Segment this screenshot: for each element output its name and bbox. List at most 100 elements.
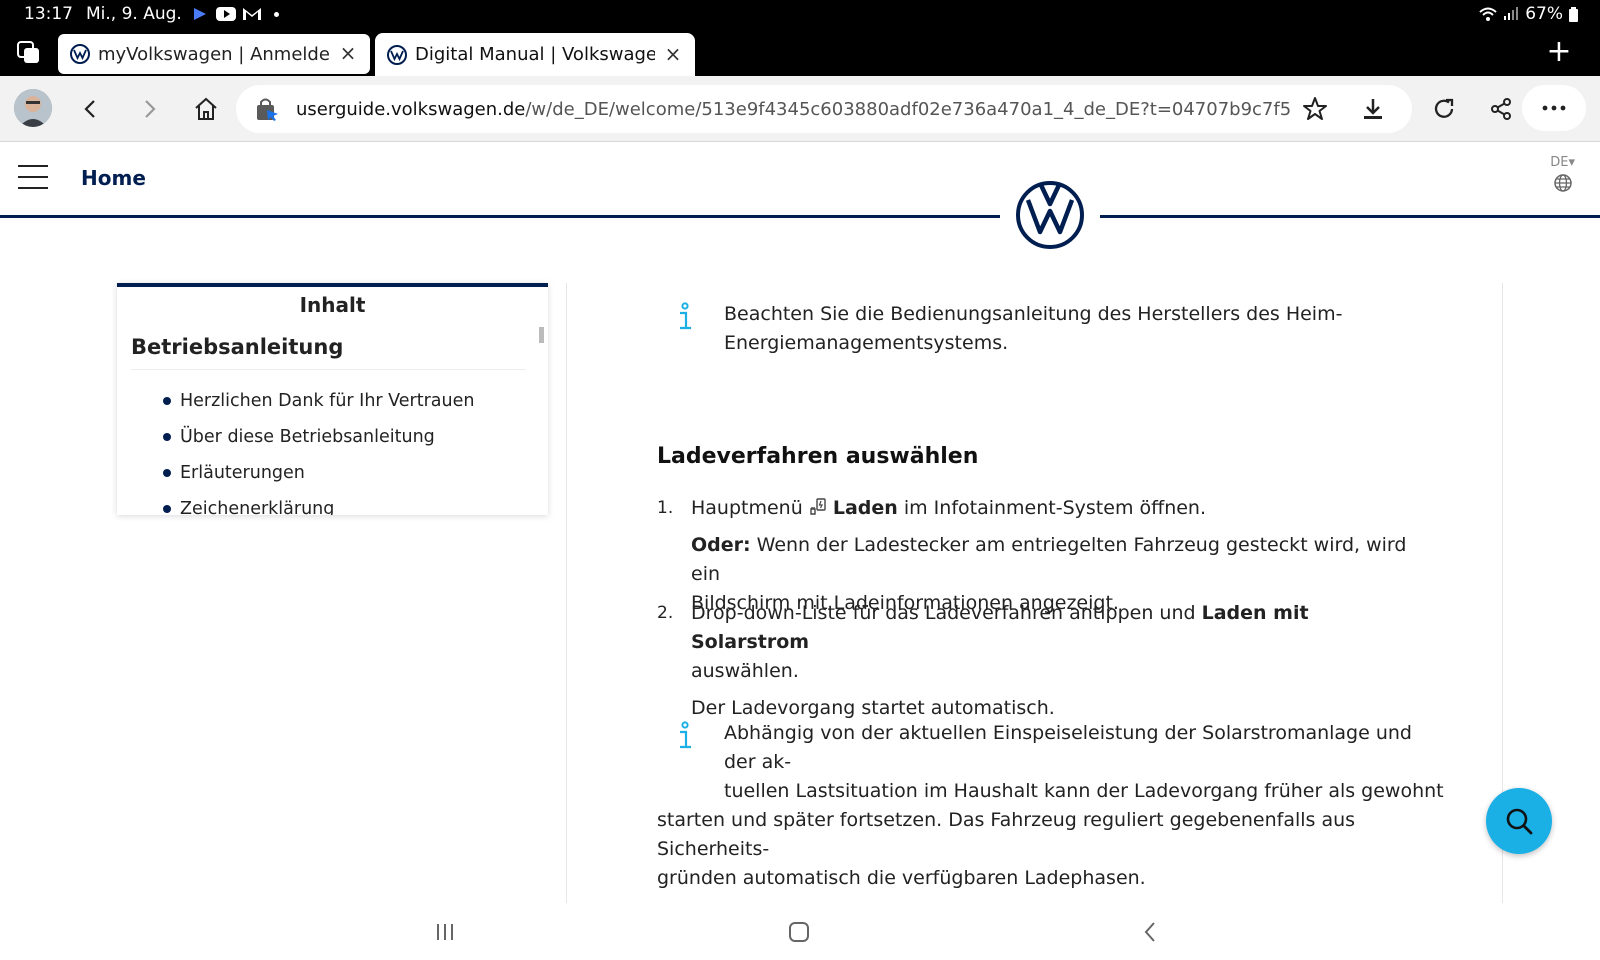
toc-item-label: Erläuterungen [180,463,305,483]
toc-item-label: Herzlichen Dank für Ihr Vertrauen [180,391,475,411]
system-nav-bar [0,903,1600,960]
address-bar[interactable]: userguide.volkswagen.de/w/de_DE/welcome/… [236,85,1412,133]
profile-avatar[interactable] [14,89,52,127]
search-icon [1506,808,1533,835]
tab-strip: myVolkswagen | Anmelden × Digital Manual… [0,30,1600,76]
toc-item-label: Zeichenerklärung [180,499,335,515]
status-date: Mi., 9. Aug. [86,4,182,24]
close-tab-icon[interactable]: × [338,43,358,64]
tab-myvolkswagen[interactable]: myVolkswagen | Anmelden × [58,34,370,74]
toc-list: Herzlichen Dank für Ihr Vertrauen Über d… [163,383,474,515]
home-icon [195,97,217,120]
bullet-icon [163,505,171,513]
info-icon [680,302,691,330]
section-title: Ladeverfahren auswählen [657,444,979,469]
vw-favicon-icon [387,44,407,65]
bookmark-star-icon[interactable] [1302,96,1328,122]
signal-icon [1504,7,1519,20]
toc-title: Inhalt [299,293,366,317]
bullet-icon [163,469,171,477]
new-tab-button[interactable]: + [1546,37,1572,67]
step-number: 1. [657,498,674,518]
toc-scrollbar[interactable] [539,327,544,343]
search-button[interactable] [1486,788,1552,854]
toc-item[interactable]: Über diese Betriebsanleitung [163,419,474,455]
step-text: auswählen. [691,660,799,682]
status-right: 67% [1479,4,1578,24]
header-rule-left [0,215,1000,218]
tab-title: Digital Manual | Volkswagen [415,44,655,65]
note-line: Energiemanagementsystems. [724,332,1009,354]
share-icon [1491,98,1511,120]
reload-button[interactable] [1427,92,1461,126]
step-body: Drop-down-Liste für das Ladeverfahren an… [691,599,1431,723]
home-button[interactable] [189,92,223,126]
vw-logo-icon[interactable] [1015,180,1085,250]
forward-button[interactable] [132,92,166,126]
site-header: Home DE▾ [0,143,1600,253]
tab-switcher-button[interactable] [16,40,42,66]
chevron-right-icon [145,100,156,118]
step-bold: Oder: [691,534,751,556]
more-menu-button[interactable] [1522,85,1586,131]
assistant-icon [190,5,210,23]
recent-apps-icon[interactable] [432,919,458,945]
more-notifications-dot [274,11,279,17]
tab-digital-manual[interactable]: Digital Manual | Volkswagen × [375,33,695,76]
note-line: Beachten Sie die Bedienungsanleitung des… [724,303,1343,325]
site-info-icon[interactable] [254,96,280,122]
home-link[interactable]: Home [81,166,146,190]
step-bold: Laden [832,497,898,519]
note-line: starten und später fortsetzen. Das Fahrz… [657,809,1356,860]
gmail-icon [242,5,262,23]
toc-panel: Inhalt Betriebsanleitung Herzlichen Dank… [117,283,548,515]
share-button[interactable] [1484,92,1518,126]
battery-level: 67% [1525,4,1563,24]
notification-icons [190,5,279,23]
tab-title: myVolkswagen | Anmelden [98,43,330,65]
step-text: Drop-down-Liste für das Ladeverfahren an… [691,602,1202,624]
header-rule-right [1100,215,1600,218]
battery-icon [1569,6,1578,22]
bullet-icon [163,397,171,405]
info-note: Beachten Sie die Bedienungsanleitung des… [724,300,1444,358]
step-text: Hauptmenü [691,497,803,519]
more-dots-icon [1542,105,1566,111]
status-bar: 13:17 Mi., 9. Aug. 67% [0,0,1600,30]
step-text: im Infotainment-System öffnen. [897,497,1207,519]
language-code: DE [1550,155,1569,170]
charging-plug-icon [810,498,826,515]
home-nav-icon[interactable] [786,919,812,945]
chevron-left-icon [84,100,95,118]
toc-item[interactable]: Erläuterungen [163,455,474,491]
url-path: /w/de_DE/welcome/513e9f4345c603880adf02e… [525,98,1292,120]
toc-item[interactable]: Zeichenerklärung [163,491,474,515]
download-icon[interactable] [1360,96,1386,122]
language-selector[interactable]: DE▾ [1550,155,1575,197]
menu-hamburger-icon[interactable] [18,165,48,189]
content-border-left [566,283,567,903]
toc-item[interactable]: Herzlichen Dank für Ihr Vertrauen [163,383,474,419]
browser-toolbar: userguide.volkswagen.de/w/de_DE/welcome/… [0,76,1600,142]
note-line: gründen automatisch die verfügbaren Lade… [657,867,1146,889]
globe-icon [1553,174,1572,192]
divider [131,369,526,370]
vw-favicon-icon [70,44,90,64]
url-host: userguide.volkswagen.de [296,98,526,120]
tabs-icon [17,41,39,63]
back-button[interactable] [74,92,108,126]
note-line: tuellen Lastsituation im Haushalt kann d… [724,780,1444,802]
bullet-icon [163,433,171,441]
step-text: Wenn der Ladestecker am entriegelten Fah… [691,534,1407,585]
toc-heading[interactable]: Betriebsanleitung [131,335,343,359]
status-time: 13:17 [24,4,73,24]
close-tab-icon[interactable]: × [663,44,683,65]
reload-icon [1434,98,1454,118]
info-note: Abhängig von der aktuellen Einspeiseleis… [657,719,1447,893]
wifi-icon [1479,7,1497,21]
toc-item-label: Über diese Betriebsanleitung [180,427,435,447]
url-text[interactable]: userguide.volkswagen.de/w/de_DE/welcome/… [296,99,1292,120]
back-nav-icon[interactable] [1138,919,1164,945]
step-number: 2. [657,603,674,623]
note-line: Abhängig von der aktuellen Einspeiseleis… [724,722,1412,773]
